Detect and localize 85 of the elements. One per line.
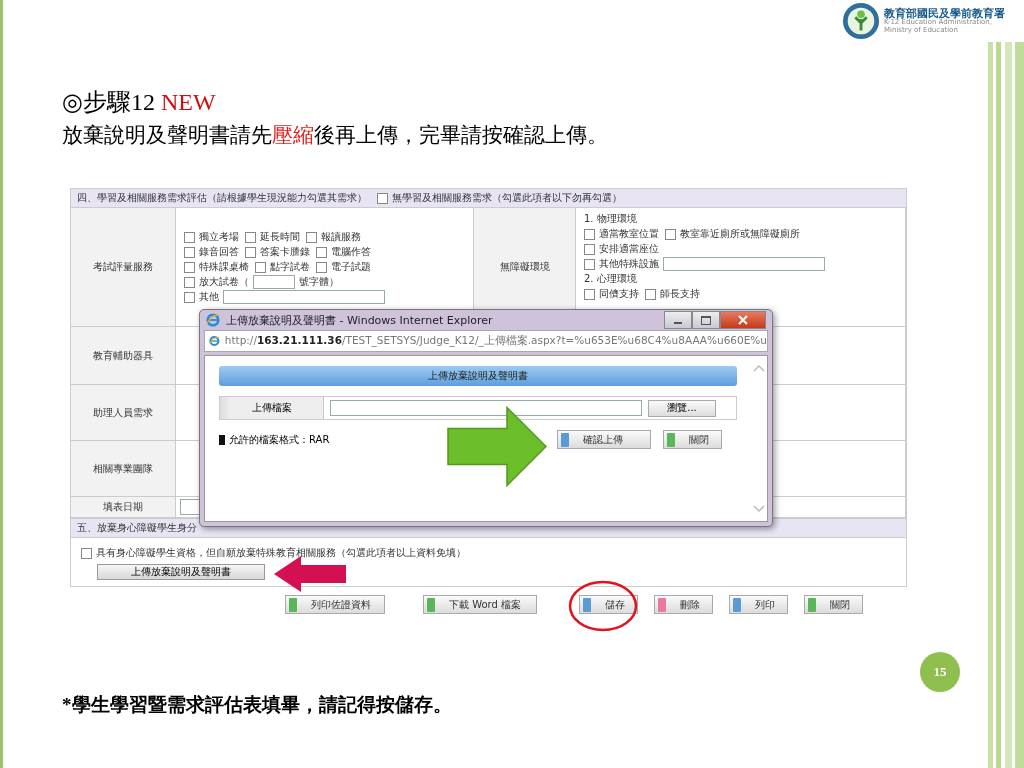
checkbox[interactable] [316, 246, 327, 258]
checkbox[interactable] [306, 231, 317, 243]
new-label: NEW [160, 89, 216, 116]
scroll-up-icon[interactable] [753, 364, 765, 372]
checkbox[interactable] [184, 231, 195, 243]
emblem-icon [842, 2, 880, 40]
format-note: 允許的檔案格式：RAR [229, 432, 330, 447]
checkbox[interactable] [184, 291, 195, 303]
action-button[interactable]: 刪除 [654, 595, 713, 614]
row-label: 助理人員需求 [71, 385, 176, 441]
browser-icon [206, 313, 220, 327]
section-heading: 五、放棄身心障礙學生身分 [77, 521, 197, 535]
checkbox[interactable] [665, 228, 676, 240]
field-label: 上傳檔案 [220, 397, 324, 419]
arrow-icon [447, 404, 547, 489]
close-button[interactable] [720, 311, 766, 329]
checkbox[interactable] [184, 246, 195, 258]
upload-button[interactable]: 上傳放棄說明及聲明書 [97, 564, 265, 580]
group-heading: 2. 心理環境 [584, 272, 637, 286]
checkbox[interactable] [584, 228, 595, 240]
checkbox[interactable] [584, 243, 595, 255]
page-number: 15 [920, 652, 960, 692]
row-label: 相關專業團隊 [71, 441, 176, 497]
footnote: *學生學習暨需求評估表填畢，請記得按儲存。 [62, 693, 452, 717]
option-label: 具有身心障礙學生資格，但自願放棄特殊教育相關服務（勾選此項者以上資料免填） [96, 546, 466, 560]
bullet-icon [219, 434, 225, 445]
option-label: 錄音回答 [199, 245, 239, 259]
checkbox[interactable] [584, 288, 595, 300]
action-button[interactable]: 儲存 [579, 595, 638, 614]
checkbox[interactable] [255, 261, 266, 273]
option-label: 答案卡謄錄 [260, 245, 310, 259]
action-button[interactable]: 關閉 [804, 595, 863, 614]
row-label: 教育輔助器具 [71, 327, 176, 385]
url-text: http://163.21.111.36/TEST_SETSYS/Judge_K12/_上傳檔案.aspx?t=%u653E%u68C4%u8AAA%u660E%u [224, 334, 767, 348]
slide-title: ◎步驟12 [62, 88, 155, 117]
dialog-header: 上傳放棄說明及聲明書 [219, 366, 737, 386]
file-field[interactable] [330, 400, 642, 416]
option-label: 同儕支持 [599, 287, 639, 301]
option-label: 其他 [199, 290, 219, 304]
input-field[interactable] [223, 290, 385, 304]
checkbox[interactable] [316, 261, 327, 273]
option-label: 安排適當座位 [599, 242, 659, 256]
input-field[interactable] [253, 275, 295, 289]
action-button[interactable]: 列印佐證資料 [285, 595, 385, 614]
option-label: 無學習及相關服務需求（勾選此項者以下勿再勾選） [392, 191, 622, 205]
checkbox[interactable] [245, 246, 256, 258]
checkbox[interactable] [645, 288, 656, 300]
option-label: 電子試題 [331, 260, 371, 274]
arrow-icon [272, 556, 348, 592]
option-label: 特殊課桌椅 [199, 260, 249, 274]
address-bar[interactable]: http://163.21.111.36/TEST_SETSYS/Judge_K12/_上傳檔案.aspx?t=%u653E%u68C4%u8AAA%u660E%u [204, 330, 768, 352]
scroll-down-icon[interactable] [753, 505, 765, 513]
option-label: 延長時間 [260, 230, 300, 244]
option-label: 師長支持 [660, 287, 700, 301]
action-button[interactable]: 列印 [729, 595, 788, 614]
dialog-button[interactable]: 關閉 [663, 430, 722, 449]
browse-button[interactable]: 瀏覽... [648, 399, 716, 417]
dialog-button[interactable]: 確認上傳 [557, 430, 651, 449]
slide-subtitle: 放棄說明及聲明書請先壓縮後再上傳，完畢請按確認上傳。 [62, 122, 608, 149]
group-heading: 1. 物理環境 [584, 212, 637, 226]
checkbox[interactable] [184, 276, 195, 288]
action-button[interactable]: 下載 Word 檔案 [423, 595, 537, 614]
close-icon [738, 315, 748, 325]
checkbox[interactable] [377, 192, 388, 204]
row-label: 考試評量服務 [71, 208, 176, 327]
checkbox[interactable] [584, 258, 595, 270]
option-label: 點字試卷 [270, 260, 310, 274]
checkbox[interactable] [184, 261, 195, 273]
option-label: 獨立考場 [199, 230, 239, 244]
organization-name: 教育部國民及學前教育署 [884, 7, 1005, 20]
option-label: 適當教室位置 [599, 227, 659, 241]
option-label: 其他特殊設施 [599, 257, 659, 271]
option-label: 放大試卷（ [199, 275, 249, 289]
section-heading: 四、學習及相關服務需求評估（請根據學生現況能力勾選其需求） [77, 191, 367, 205]
option-label: 教室靠近廁所或無障礙廁所 [680, 227, 800, 241]
row-label: 填表日期 [71, 497, 176, 518]
minimize-button[interactable] [664, 311, 692, 329]
checkbox[interactable] [81, 547, 92, 559]
input-field[interactable] [663, 257, 825, 271]
option-label: 報讀服務 [321, 230, 361, 244]
maximize-button[interactable] [692, 311, 720, 329]
checkbox[interactable] [245, 231, 256, 243]
browser-icon [209, 334, 220, 348]
option-label: 號字體） [299, 275, 339, 289]
option-label: 電腦作答 [331, 245, 371, 259]
